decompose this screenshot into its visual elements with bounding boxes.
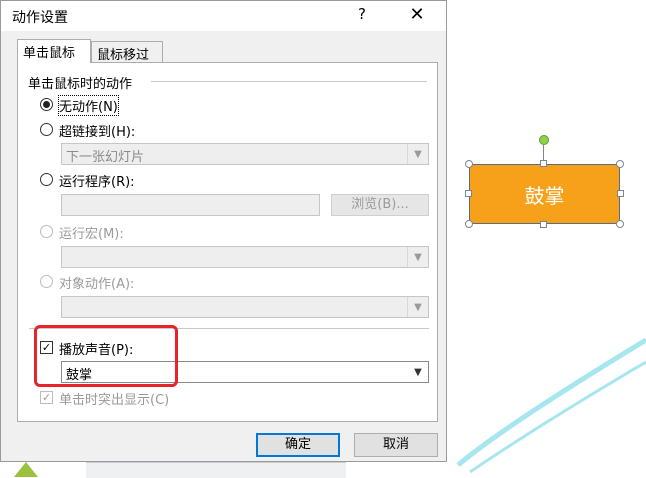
tab-mouse-click[interactable]: 单击鼠标 <box>17 39 91 63</box>
radio-no-action[interactable] <box>40 98 53 111</box>
tab-mouse-over[interactable]: 鼠标移过 <box>91 41 163 63</box>
hyperlink-value: 下一张幻灯片 <box>66 150 145 165</box>
chevron-down-icon: ▼ <box>414 366 422 378</box>
title-bar: 动作设置 ? ✕ <box>1 1 446 31</box>
rotation-connector <box>543 145 544 161</box>
highlight-annotation <box>34 325 178 387</box>
action-shape[interactable]: 鼓掌 <box>469 164 620 224</box>
chevron-down-icon: ▼ <box>407 297 428 317</box>
resize-handle-bottom-left[interactable] <box>465 220 473 228</box>
close-icon[interactable]: ✕ <box>407 5 427 25</box>
highlight-click-checkbox[interactable]: ✓ <box>40 391 53 404</box>
resize-handle-bottom[interactable] <box>540 221 547 228</box>
run-macro-label: 运行宏(M): <box>59 227 124 242</box>
slide-decor-triangle <box>14 462 38 477</box>
resize-handle-left[interactable] <box>465 190 472 197</box>
highlight-click-label: 单击时突出显示(C) <box>59 393 170 408</box>
action-settings-dialog: 动作设置 ? ✕ 单击鼠标 鼠标移过 单击鼠标时的动作 无动作(N) 超链接到(… <box>0 0 447 462</box>
radio-run-macro[interactable] <box>40 225 53 238</box>
dialog-title: 动作设置 <box>12 10 68 26</box>
rotate-handle[interactable] <box>539 135 549 145</box>
shape-text: 鼓掌 <box>524 183 565 208</box>
decorative-arc <box>456 337 646 474</box>
program-path-field[interactable] <box>61 194 320 216</box>
object-action-select[interactable]: ▼ <box>61 296 429 318</box>
macro-select[interactable]: ▼ <box>61 246 429 268</box>
no-action-label: 无动作(N) <box>58 95 119 116</box>
radio-run-program[interactable] <box>40 173 53 186</box>
help-button[interactable]: ? <box>353 5 371 23</box>
resize-handle-top-left[interactable] <box>465 160 473 168</box>
group-separator <box>151 81 427 82</box>
resize-handle-right[interactable] <box>617 190 624 197</box>
object-action-label: 对象动作(A): <box>59 277 135 292</box>
resize-handle-top-right[interactable] <box>616 160 624 168</box>
bottom-panel <box>86 462 346 478</box>
radio-hyperlink[interactable] <box>40 123 53 136</box>
chevron-down-icon: ▼ <box>407 144 428 164</box>
chevron-down-icon: ▼ <box>407 247 428 267</box>
browse-button[interactable]: 浏览(B)... <box>331 194 429 216</box>
cancel-button[interactable]: 取消 <box>354 433 438 457</box>
hyperlink-select[interactable]: 下一张幻灯片 ▼ <box>61 143 429 165</box>
resize-handle-top[interactable] <box>540 160 547 167</box>
group-label: 单击鼠标时的动作 <box>28 73 137 92</box>
radio-object-action[interactable] <box>40 275 53 288</box>
resize-handle-bottom-right[interactable] <box>616 220 624 228</box>
ok-button[interactable]: 确定 <box>256 433 340 457</box>
run-program-label: 运行程序(R): <box>59 175 135 190</box>
hyperlink-label: 超链接到(H): <box>59 125 136 140</box>
